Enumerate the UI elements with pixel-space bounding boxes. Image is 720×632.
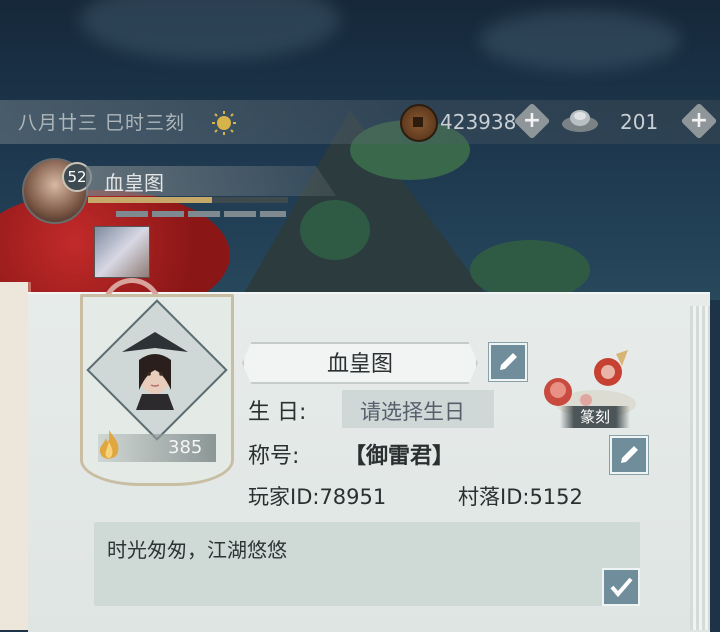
profile-name: 血皇图 xyxy=(326,352,393,377)
birthday-label: 生 日: xyxy=(248,400,307,425)
edit-icon xyxy=(621,446,638,463)
village-id: 村落ID:5152 xyxy=(458,485,583,509)
title-value: 【御雷君】 xyxy=(344,444,455,469)
ingot-amount: 201 xyxy=(620,110,659,134)
edit-title-button[interactable] xyxy=(610,436,648,474)
portrait-thumbnail[interactable] xyxy=(94,226,150,278)
cloud xyxy=(480,10,680,70)
character-portrait xyxy=(122,332,188,410)
silver-ingot-icon xyxy=(562,110,598,132)
emblem-label: 篆刻 xyxy=(560,406,630,428)
exp-bar-fill xyxy=(88,197,212,203)
birthday-value: 请选择生日 xyxy=(360,400,465,424)
flame-icon xyxy=(99,430,119,459)
confirm-motto-button[interactable] xyxy=(602,568,640,606)
stamina-segments xyxy=(116,211,286,217)
cloud xyxy=(80,0,340,60)
tree xyxy=(470,240,590,300)
copper-coin-icon xyxy=(400,104,438,142)
edit-name-button[interactable] xyxy=(489,343,527,381)
plus-icon: + xyxy=(689,108,709,133)
player-id: 玩家ID:78951 xyxy=(248,485,387,509)
motto-text: 时光匆匆，江湖悠悠 xyxy=(107,538,287,562)
power-value: 385 xyxy=(168,437,203,458)
check-icon xyxy=(610,577,633,598)
player-name: 血皇图 xyxy=(104,171,164,195)
add-ingots-button[interactable]: + xyxy=(680,102,718,140)
game-date: 八月廿三 巳时三刻 xyxy=(18,112,186,134)
book-pages xyxy=(690,306,710,630)
book-spine xyxy=(0,282,31,630)
edit-icon xyxy=(500,353,517,370)
plus-icon: + xyxy=(522,108,542,133)
exp-bar xyxy=(88,197,288,203)
title-label: 称号: xyxy=(248,444,300,469)
sun-icon xyxy=(212,111,236,135)
coin-amount: 423938 xyxy=(440,110,517,134)
tree xyxy=(300,200,370,260)
add-coins-button[interactable]: + xyxy=(513,102,551,140)
